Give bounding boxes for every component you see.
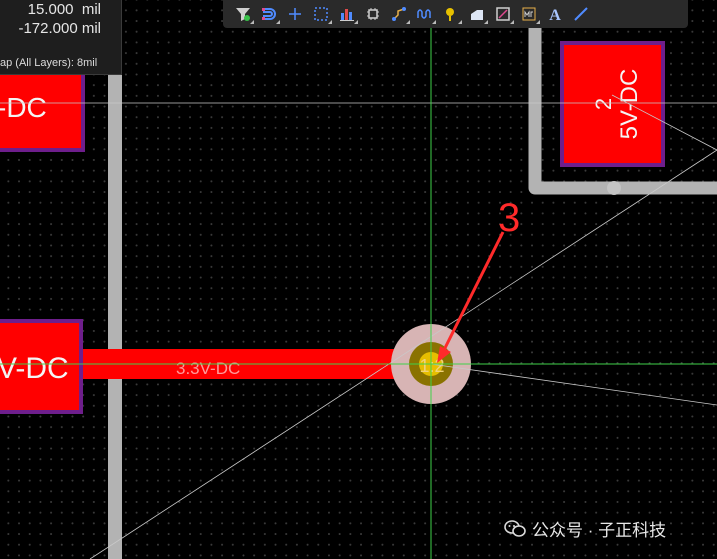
board-trace-node xyxy=(607,181,621,195)
pcb-canvas[interactable]: 3.3V-DC -DC V-DC 2 5V-DC 1:2 3 xyxy=(0,0,717,559)
watermark: 公众号 · 子正科技 xyxy=(504,516,666,541)
shape-icon[interactable] xyxy=(465,2,489,26)
coord-x: 15.000 mil xyxy=(27,1,101,18)
svg-text:A: A xyxy=(549,7,561,22)
snap-status: ap (All Layers): 8mil xyxy=(0,57,98,69)
coord-y: -172.000 mil xyxy=(18,20,101,37)
pad-left-mid-label: V-DC xyxy=(0,352,69,385)
filter-icon[interactable] xyxy=(231,2,255,26)
ratsnest-line xyxy=(430,363,717,406)
route-icon[interactable] xyxy=(387,2,411,26)
annotation-number: 3 xyxy=(498,196,520,240)
pad-left-top-label: -DC xyxy=(0,92,47,123)
component-icon[interactable] xyxy=(361,2,385,26)
bar-chart-icon[interactable] xyxy=(335,2,359,26)
pin-icon[interactable] xyxy=(439,2,463,26)
bitmap-icon[interactable] xyxy=(517,2,541,26)
text-icon[interactable]: A xyxy=(543,2,567,26)
wave-icon[interactable] xyxy=(413,2,437,26)
magnet-icon[interactable] xyxy=(257,2,281,26)
select-rect-icon[interactable] xyxy=(309,2,333,26)
region-icon[interactable] xyxy=(491,2,515,26)
watermark-text: 公众号 · 子正科技 xyxy=(532,521,667,540)
active-bar-toolbar: A xyxy=(223,0,688,28)
annotation-arrow-line xyxy=(441,231,505,353)
wechat-icon xyxy=(504,519,526,537)
trace-net-label: 3.3V-DC xyxy=(176,359,240,378)
line-icon[interactable] xyxy=(569,2,593,26)
pad-right-top-number: 2 xyxy=(591,98,616,110)
coordinate-panel: 15.000 mil -172.000 mil ap (All Layers):… xyxy=(0,0,122,75)
crosshair-icon[interactable] xyxy=(283,2,307,26)
